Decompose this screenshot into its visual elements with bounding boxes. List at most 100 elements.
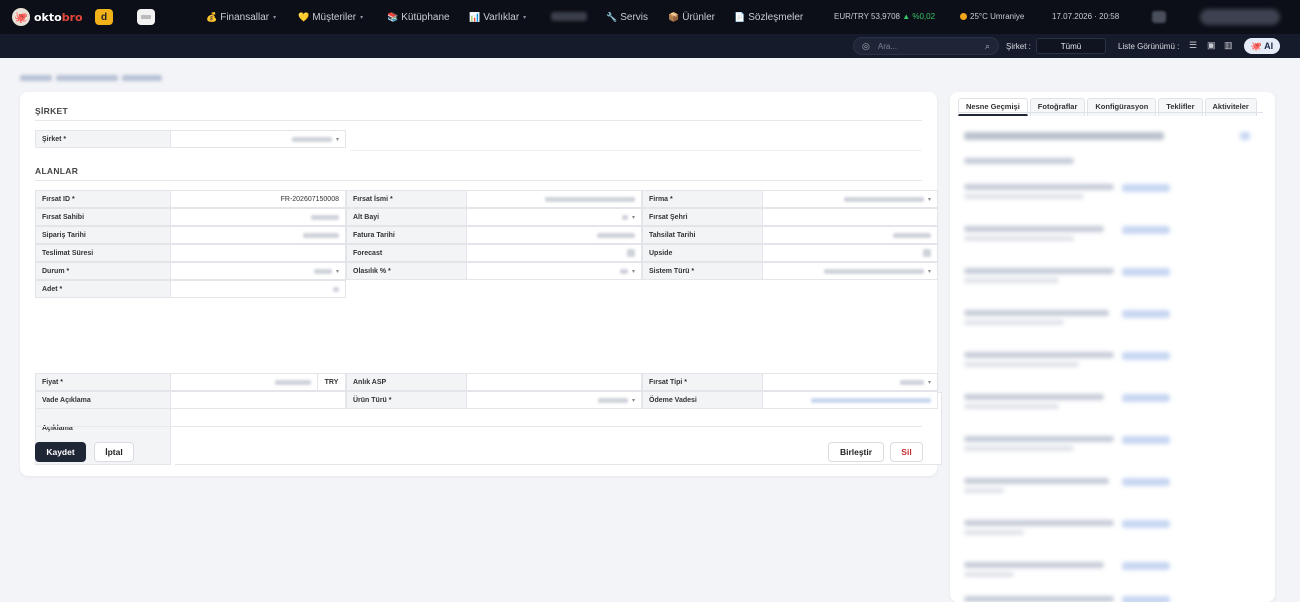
field-label: Adet * [35,280,171,298]
tab-activities[interactable]: Aktiviteler [1204,98,1257,116]
side-panel: Nesne Geçmişi Fotoğraflar Konfigürasyon … [950,92,1275,602]
product-type-select[interactable]: ▾ [467,391,642,409]
upside-checkbox[interactable] [763,244,938,262]
app-shortcut-button-2[interactable] [137,9,155,25]
list-item [960,558,1260,588]
order-date-field[interactable] [171,226,346,244]
heart-icon: 💛 [298,12,310,22]
chevron-down-icon: ▾ [927,196,931,203]
field-label: Fatura Tarihi [346,226,467,244]
delivery-time-field[interactable] [171,244,346,262]
chevron-down-icon: ▾ [631,214,635,221]
currency-select[interactable]: TRY [318,373,346,391]
cancel-button[interactable]: İptal [94,442,134,462]
field-label: Forecast [346,244,467,262]
box-icon: 📦 [668,12,680,22]
field-label: Fırsat Sahibi [35,208,171,226]
ai-avatar-icon: 🐙 [1250,40,1263,51]
field-label: Anlık ASP [346,373,467,391]
nav-varliklar[interactable]: 📊 Varlıklar ▾ [469,12,526,23]
list-item [960,154,1260,166]
nav-finansallar[interactable]: 💰 Finansallar ▾ [206,12,276,23]
tab-configuration[interactable]: Konfigürasyon [1087,98,1157,116]
system-type-select[interactable]: ▾ [763,262,938,280]
nav-kutuphane[interactable]: 📚 Kütüphane [387,12,450,23]
exchange-rate: EUR/TRY 53,9708 ▲ %0,02 [834,12,936,21]
firm-select[interactable]: ▾ [763,190,938,208]
notification-icon[interactable] [1152,11,1166,23]
field-label: Sistem Türü * [642,262,763,280]
chevron-down-icon: ▾ [360,15,364,21]
nav-musteriler[interactable]: 💛 Müşteriler ▾ [298,12,363,23]
search-placeholder: Ara... [877,41,897,51]
field-label: Fırsat ID * [35,190,171,208]
tab-object-history[interactable]: Nesne Geçmişi [958,98,1028,116]
opportunity-owner-field[interactable] [171,208,346,226]
list-item [960,474,1260,504]
price-field[interactable] [171,373,318,391]
merge-button[interactable]: Birleştir [828,442,884,462]
opportunity-type-select[interactable]: ▾ [763,373,938,391]
kanban-view-icon[interactable]: ▥ [1224,40,1233,51]
quantity-field[interactable] [171,280,346,298]
field-label: Sipariş Tarihi [35,226,171,244]
app-shortcut-button[interactable]: d [95,9,113,25]
money-bag-icon: 💰 [206,12,218,22]
list-item [960,264,1260,294]
fields-row-4: Teslimat Süresi Forecast Upside [35,244,938,262]
company-select[interactable]: ▾ [171,130,346,148]
chart-icon: 📊 [469,12,481,22]
field-label: Fırsat Şehri [642,208,763,226]
invoice-date-field[interactable] [467,226,642,244]
company-field-row: Şirket * ▾ [35,130,346,148]
books-icon: 📚 [387,12,399,22]
opportunity-name-field[interactable] [467,190,642,208]
chevron-down-icon: ▾ [335,136,339,143]
grid-view-icon[interactable]: ▣ [1207,40,1216,51]
maturity-description-field[interactable] [171,391,346,409]
payment-term-field[interactable] [763,391,938,409]
field-label: Tahsilat Tarihi [642,226,763,244]
forecast-checkbox[interactable] [467,244,642,262]
company-filter-select[interactable]: Tümü [1036,38,1106,54]
divider [35,180,922,181]
sub-dealer-select[interactable]: ▾ [467,208,642,226]
nav-sozlesmeler[interactable]: 📄 Sözleşmeler [734,12,803,23]
divider [350,150,922,151]
ai-button[interactable]: 🐙 AI [1244,38,1280,54]
status-select[interactable]: ▾ [171,262,346,280]
nav-blurred-item[interactable] [551,12,587,21]
search-icon[interactable]: ⌕ [985,41,990,52]
chevron-down-icon: ▾ [273,15,277,21]
tab-photos[interactable]: Fotoğraflar [1029,98,1086,116]
chevron-down-icon: ▾ [631,268,635,275]
nav-urunler[interactable]: 📦 Ürünler [668,12,715,23]
list-item [960,180,1260,210]
list-item [960,516,1260,546]
nav-servis[interactable]: 🔧 Servis [606,12,648,23]
fields-row-2: Fırsat Sahibi Alt Bayi ▾ Fırsat Şehri [35,208,938,226]
company-filter-label: Şirket : [1006,42,1031,51]
delete-button[interactable]: Sil [890,442,923,462]
panel-tabs: Nesne Geçmişi Fotoğraflar Konfigürasyon … [958,98,1259,116]
fields-row-5: Durum * ▾ Olasılık % * ▾ Sistem Türü * ▾ [35,262,938,280]
list-view-icon[interactable]: ☰ [1189,40,1197,51]
instant-asp-field[interactable] [467,373,642,391]
fields-row-3: Sipariş Tarihi Fatura Tarihi Tahsilat Ta… [35,226,938,244]
opportunity-city-field[interactable] [763,208,938,226]
fields-row-1: Fırsat ID * FR-202607150008 Fırsat İsmi … [35,190,938,208]
list-view-label: Liste Görünümü : [1118,42,1180,51]
breadcrumb[interactable] [20,75,162,83]
brand-logo[interactable]: 🐙 oktobro [12,8,83,26]
probability-select[interactable]: ▾ [467,262,642,280]
section-title-company: ŞİRKET [35,106,68,116]
opportunity-id-field[interactable]: FR-202607150008 [171,190,346,208]
brand-name: oktobro [34,10,83,24]
collection-date-field[interactable] [763,226,938,244]
field-label: Vade Açıklama [35,391,171,409]
user-menu[interactable] [1200,9,1280,25]
search-input[interactable]: ◎ Ara... ⌕ [853,37,999,55]
document-icon: 📄 [734,12,746,22]
tab-quotes[interactable]: Teklifler [1158,98,1203,116]
save-button[interactable]: Kaydet [35,442,86,462]
